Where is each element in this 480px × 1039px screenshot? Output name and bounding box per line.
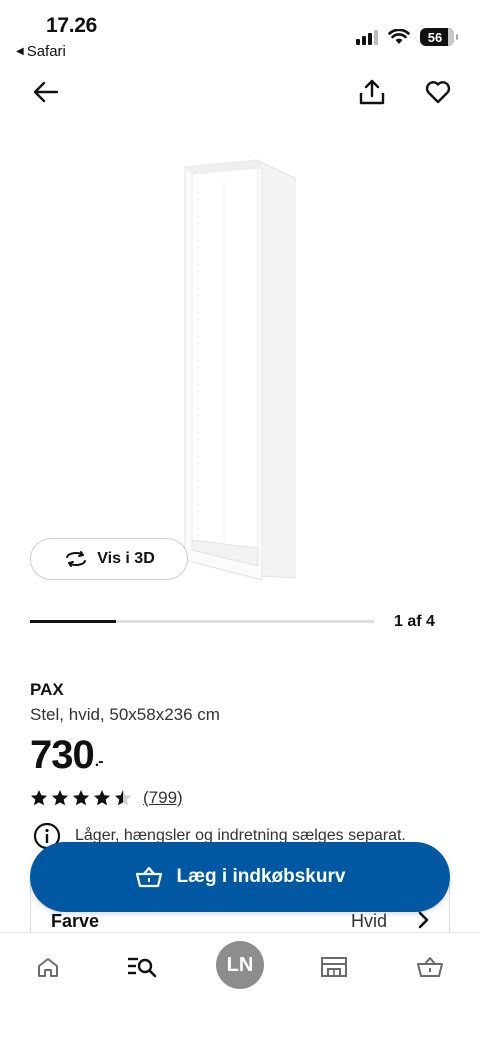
rating[interactable]: (799)	[30, 788, 183, 808]
gallery-progress	[30, 620, 374, 623]
nav-profile-avatar[interactable]: LN	[216, 941, 264, 989]
star-icon	[115, 790, 131, 806]
colour-value: Hvid	[350, 911, 387, 931]
star-icon	[94, 790, 110, 806]
back-button[interactable]	[26, 72, 66, 112]
top-bar	[0, 72, 480, 114]
rating-stars	[30, 789, 132, 807]
status-icons: 56	[356, 28, 458, 46]
signal-icon	[356, 29, 378, 45]
heart-icon	[425, 81, 451, 104]
basket-icon	[417, 957, 443, 977]
battery-level: 56	[427, 29, 443, 45]
arrow-left-icon	[33, 81, 59, 103]
store-icon	[321, 957, 347, 977]
nav-cart[interactable]	[406, 947, 454, 987]
add-to-cart-label: Læg i indkøbskurv	[176, 866, 346, 887]
home-icon	[38, 958, 58, 977]
price-suffix: .-	[94, 753, 104, 770]
price-value: 730	[30, 733, 95, 777]
gallery-progress-fill	[30, 620, 116, 623]
product-price: 730 .-	[30, 733, 104, 778]
view-in-3d-label: Vis i 3D	[97, 550, 155, 567]
chevron-right-icon	[418, 911, 429, 929]
status-bar: 17.26 ◀ Safari 56	[0, 0, 480, 66]
back-to-app-link[interactable]: ◀ Safari	[16, 43, 66, 60]
wifi-icon	[388, 29, 410, 44]
nav-home[interactable]	[24, 947, 72, 987]
review-count[interactable]: (799)	[143, 788, 183, 808]
wardrobe-frame-image	[184, 158, 296, 581]
gallery-position: 1 af 4	[394, 613, 435, 630]
product-name: PAX	[30, 680, 64, 699]
status-time: 17.26	[46, 14, 98, 37]
product-image[interactable]	[0, 130, 480, 600]
nav-search[interactable]	[118, 947, 166, 987]
star-icon	[31, 790, 47, 806]
share-icon	[359, 79, 385, 105]
search-list-icon	[128, 957, 157, 978]
back-triangle-icon: ◀	[16, 46, 24, 57]
product-description: Stel, hvid, 50x58x236 cm	[30, 705, 220, 724]
star-icon	[52, 790, 68, 806]
colour-label: Farve	[51, 911, 100, 931]
add-to-cart-button[interactable]: Læg i indkøbskurv	[30, 842, 450, 912]
battery-icon: 56	[420, 28, 458, 46]
share-button[interactable]	[352, 72, 392, 112]
back-app-label: Safari	[26, 43, 66, 60]
rotate-3d-icon	[66, 551, 87, 567]
nav-store[interactable]	[310, 947, 358, 987]
favourite-button[interactable]	[418, 72, 458, 112]
view-in-3d-button[interactable]: Vis i 3D	[30, 538, 188, 580]
star-icon	[73, 790, 89, 806]
bottom-nav: LN	[0, 932, 480, 1039]
basket-icon	[135, 866, 162, 888]
